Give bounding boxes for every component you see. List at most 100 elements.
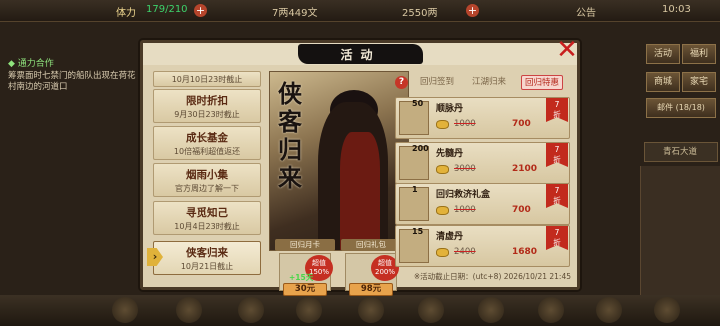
quest-title: ◆ 通力合作 [8,59,54,69]
mail-count: (18/18) [675,103,705,112]
item-qty: 1 [412,185,418,194]
item-new-price: 1680 [512,247,538,257]
discount-badge: 7折 [546,226,568,250]
close-icon[interactable]: ✕ [554,37,580,63]
add-gold-button[interactable]: + [466,4,479,17]
item-old-price: 3000 [454,164,476,174]
tab-sub: 官方周边了解一下 [175,184,239,193]
discount-badge: 7折 [546,98,568,122]
shop-item[interactable]: 50 顺脉丹 1000 700 7折 [395,97,570,139]
item-name: 回归救济礼盒 [436,190,491,200]
tab-seek-confidant[interactable]: 寻觅知己 10月4日23时截止 [153,201,261,235]
bottom-menu-icon[interactable] [176,297,202,323]
discount-unit: 折 [553,155,561,164]
item-name: 先髓丹 [436,149,464,159]
subtab-checkin[interactable]: 回归签到 [417,75,457,90]
shop-item[interactable]: 200 先髓丹 3000 2100 7折 [395,142,570,184]
item-new-price: 2100 [512,164,538,174]
tab-title: 侠客归来 [186,247,228,259]
shop-item[interactable]: 1 回归救济礼盒 1000 700 7折 [395,183,570,225]
discount-num: 7 [554,145,560,154]
home-button[interactable]: 家宅 [682,72,716,92]
badge-line-1: 超值 [378,259,392,267]
item-name: 顺脉丹 [436,104,464,114]
discount-unit: 折 [553,110,561,119]
card-days: +15天 [289,273,314,282]
activity-button[interactable]: 活动 [646,44,680,64]
shop-item[interactable]: 15 清虚丹 2400 1680 7折 [395,225,570,267]
discount-num: 7 [554,228,560,237]
item-new-price: 700 [512,119,531,129]
tab-sub: 10倍福利超值返还 [173,147,241,156]
bottom-menu-icon[interactable] [596,297,622,323]
subtab-special-offer[interactable]: 回归特惠 [521,75,564,90]
quest-tracker[interactable]: ◆ 通力合作 筹票面时七禁门的船队出现在荷花村南边的河道口 [0,52,146,112]
clock: 10:03 [662,4,691,15]
discount-unit: 折 [553,196,561,205]
bottom-menu-icon[interactable] [538,297,564,323]
tab-hero-return[interactable]: › 侠客归来 10月21日截止 [147,241,261,275]
coins-value: 7两449文 [272,8,318,19]
stamina-label: 体力 [116,8,136,19]
return-gift-pack[interactable]: 回归礼包 超值 200% 98元 [341,239,401,301]
discount-badge: 7折 [546,143,568,167]
bottom-menu-icon[interactable] [478,297,504,323]
gold-icon [436,248,449,257]
discount-num: 7 [554,100,560,109]
item-new-price: 700 [512,205,531,215]
chat-channel[interactable]: 青石大道 [644,142,718,162]
item-old-price: 1000 [454,119,476,129]
notice-button[interactable]: 公告 [576,4,596,19]
tab-sub: 9月30日23时截止 [174,110,240,119]
gold-value: 2550两 [402,8,438,19]
tab-sub: 10月21日截止 [180,262,234,271]
mail-button[interactable]: 邮件 (18/18) [646,98,716,118]
return-month-card[interactable]: 回归月卡 超值 150% +15天 30元 [275,239,335,301]
tab-title: 寻觅知己 [186,207,228,219]
tab-title: 限时折扣 [186,95,228,107]
item-qty: 15 [412,227,424,236]
bottom-menu-icon[interactable] [654,297,680,323]
return-subtabs: ? 回归签到 江湖归来 回归特惠 [395,75,571,91]
bottom-menu-icon[interactable] [112,297,138,323]
gold-icon [436,206,449,215]
tab-growth-fund[interactable]: 成长基金 10倍福利超值返还 [153,126,261,160]
activity-modal: 活动 ✕ 10月10日23时截止 限时折扣 9月30日23时截止 成长基金 10… [140,37,580,296]
shop-button[interactable]: 商城 [646,72,680,92]
top-hud: 体力 179/210 + 7两449文 2550两 + 公告 10:03 [0,0,720,22]
discount-badge: 7折 [546,184,568,208]
hero-robe [340,132,380,250]
bottom-menu-icon[interactable] [418,297,444,323]
subtab-return[interactable]: 江湖归来 [469,75,509,90]
chat-panel [640,166,720,298]
tab-limited-discount[interactable]: 限时折扣 9月30日23时截止 [153,89,261,123]
tab-activity-0[interactable]: 10月10日23时截止 [153,71,261,87]
tab-sub: 10月10日23时截止 [171,75,243,84]
card-label: 回归月卡 [275,239,335,251]
deadline-note: ※活动截止日期：(utc+8) 2026/10/21 21:45 [413,272,571,281]
tab-title: 烟雨小集 [186,169,228,181]
hero-calligraphy: 侠客归来 [278,79,302,192]
item-qty: 50 [412,99,424,108]
add-stamina-button[interactable]: + [194,4,207,17]
item-name: 清虚丹 [436,232,464,242]
welfare-button[interactable]: 福利 [682,44,716,64]
gold-icon [436,120,449,129]
badge-line-1: 超值 [312,259,326,267]
help-icon[interactable]: ? [395,76,408,89]
card-label: 回归礼包 [341,239,401,251]
tab-misty-market[interactable]: 烟雨小集 官方周边了解一下 [153,163,261,197]
tab-title: 成长基金 [186,132,228,144]
discount-unit: 折 [553,238,561,247]
hero-banner: 侠客归来 [269,71,409,251]
stamina-value: 179/210 [146,4,188,15]
activity-tab-list: 10月10日23时截止 限时折扣 9月30日23时截止 成长基金 10倍福利超值… [147,71,261,279]
bottom-menu-icon[interactable] [238,297,264,323]
item-old-price: 2400 [454,247,476,257]
discount-num: 7 [554,186,560,195]
item-qty: 200 [412,144,429,153]
card-price-button[interactable]: 98元 [349,283,393,296]
mail-label: 邮件 [657,103,674,112]
modal-title: 活动 [340,48,381,62]
card-price-button[interactable]: 30元 [283,283,327,296]
